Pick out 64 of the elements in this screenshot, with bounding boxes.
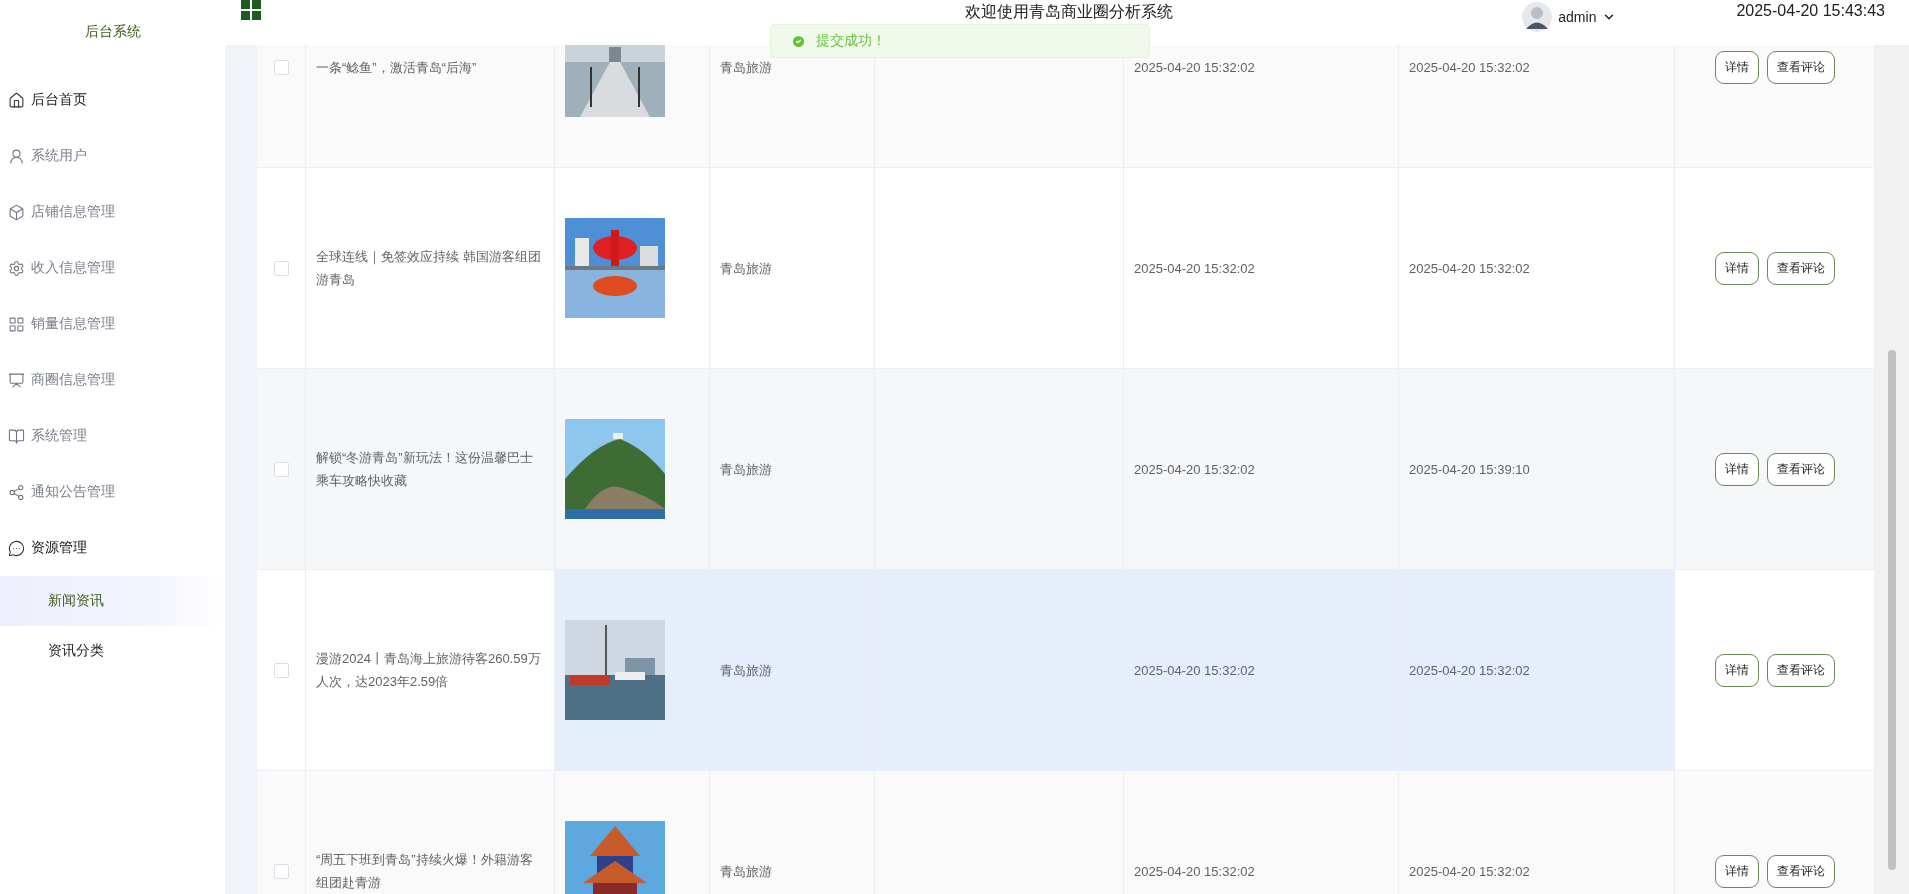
table-cell-text: 解锁“冬游青岛”新玩法！这份温馨巴士乘车攻略快收藏 xyxy=(316,449,534,490)
comments-button[interactable]: 查看评论 xyxy=(1766,251,1835,285)
table-cell-text: 2025-04-20 15:32:02 xyxy=(1409,862,1530,881)
table-cell-text: 2025-04-20 15:32:02 xyxy=(1134,58,1255,77)
scrollbar-thumb[interactable] xyxy=(1888,350,1896,870)
comments-button[interactable]: 查看评论 xyxy=(1766,452,1835,486)
table-cell-text: 一条“鲶鱼”，激活青岛“后海” xyxy=(316,58,477,77)
menu-item[interactable]: 收入信息管理 xyxy=(0,240,225,296)
table-cell-text: 青岛旅游 xyxy=(720,862,772,881)
gear-icon xyxy=(8,259,25,277)
check-icon xyxy=(791,33,806,49)
row-checkbox[interactable] xyxy=(273,260,289,276)
row-checkbox[interactable] xyxy=(273,863,289,879)
table-cell-text: 2025-04-20 15:32:02 xyxy=(1409,58,1530,77)
details-button[interactable]: 详情 xyxy=(1714,653,1759,687)
success-message: 提交成功！ xyxy=(770,24,1150,58)
row-checkbox[interactable] xyxy=(273,662,289,678)
menu-item[interactable]: 系统管理 xyxy=(0,408,225,464)
table-cell-text: 青岛旅游 xyxy=(720,460,772,479)
details-button[interactable]: 详情 xyxy=(1714,251,1759,285)
app-title: 后台系统 xyxy=(83,22,142,41)
share-icon xyxy=(8,483,25,501)
table-cell-text: 漫游2024丨青岛海上旅游待客260.59万人次，达2023年2.59倍 xyxy=(316,650,542,691)
cube-icon xyxy=(8,203,25,221)
row-checkbox[interactable] xyxy=(273,59,289,75)
menu-item[interactable]: 店铺信息管理 xyxy=(0,184,225,240)
menu-item[interactable]: 销量信息管理 xyxy=(0,296,225,352)
menu-item[interactable]: 后台首页 xyxy=(0,72,225,128)
table-cell-text: 青岛旅游 xyxy=(720,661,772,680)
table-cell-text: 2025-04-20 15:39:10 xyxy=(1409,460,1530,479)
table-cell-text: 青岛旅游 xyxy=(720,259,772,278)
avatar-icon xyxy=(1522,2,1553,32)
table-cell-text: “周五下班到青岛”持续火爆！外籍游客组团赴青游 xyxy=(316,851,534,892)
comments-button[interactable]: 查看评论 xyxy=(1766,653,1835,687)
grid-icon[interactable] xyxy=(241,0,261,20)
submenu-item[interactable]: 资讯分类 xyxy=(0,626,225,676)
board-icon xyxy=(8,371,25,389)
table-cell-text: 2025-04-20 15:32:02 xyxy=(1134,661,1255,680)
grid-icon xyxy=(8,315,25,333)
menu-item[interactable]: 通知公告管理 xyxy=(0,464,225,520)
book-icon xyxy=(8,427,25,445)
menu-item[interactable]: 商圈信息管理 xyxy=(0,352,225,408)
details-button[interactable]: 详情 xyxy=(1714,854,1759,888)
comments-button[interactable]: 查看评论 xyxy=(1766,854,1835,888)
chat-icon xyxy=(8,539,25,557)
home-icon xyxy=(8,91,25,109)
welcome-title: 欢迎使用青岛商业圈分析系统 xyxy=(965,2,1173,22)
table-cell-text: 2025-04-20 15:32:02 xyxy=(1409,661,1530,680)
table-cell-text: 2025-04-20 15:32:02 xyxy=(1134,259,1255,278)
table-cell-text: 青岛旅游 xyxy=(720,58,772,77)
comments-button[interactable]: 查看评论 xyxy=(1766,50,1835,84)
scrollbar[interactable] xyxy=(1875,45,1909,894)
menu-item[interactable]: 资源管理 xyxy=(0,520,225,576)
menu-item[interactable]: 系统用户 xyxy=(0,128,225,184)
table-cell-text: 全球连线｜免签效应持续 韩国游客组团游青岛 xyxy=(316,248,542,289)
user-menu[interactable]: admin xyxy=(1522,2,1617,32)
table-cell-text: 2025-04-20 15:32:02 xyxy=(1409,259,1530,278)
user-icon xyxy=(8,147,25,165)
details-button[interactable]: 详情 xyxy=(1714,452,1759,486)
row-checkbox[interactable] xyxy=(273,461,289,477)
table-cell-text: 2025-04-20 15:32:02 xyxy=(1134,460,1255,479)
details-button[interactable]: 详情 xyxy=(1714,50,1759,84)
datetime: 2025-04-20 15:43:43 xyxy=(1736,2,1885,20)
table-cell-text: 2025-04-20 15:32:02 xyxy=(1134,862,1255,881)
